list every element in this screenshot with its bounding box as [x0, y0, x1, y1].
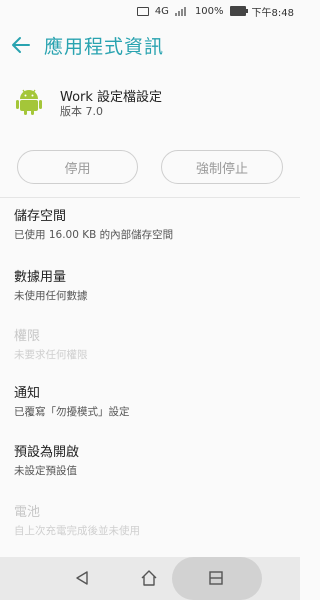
- setting-summary: 已覆寫「勿擾模式」設定: [14, 406, 130, 418]
- page-title: 應用程式資訊: [44, 35, 165, 58]
- nav-back-icon[interactable]: [74, 570, 90, 586]
- nav-recents-icon[interactable]: [208, 570, 224, 586]
- setting-title: 儲存空間: [14, 209, 67, 224]
- setting-summary: 未設定預設值: [14, 465, 77, 477]
- battery-icon: [229, 6, 248, 16]
- divider: [0, 197, 300, 198]
- clock: 下午8:48: [251, 7, 294, 19]
- setting-permissions: 權限 未要求任何權限: [14, 329, 294, 362]
- setting-title: 數據用量: [14, 270, 67, 285]
- android-icon: [14, 86, 44, 116]
- nav-home-icon[interactable]: [140, 569, 158, 587]
- app-version: 版本 7.0: [60, 105, 103, 118]
- arrow-left-icon[interactable]: [10, 34, 32, 56]
- setting-open-by-default[interactable]: 預設為開啟 未設定預設值: [14, 445, 294, 478]
- battery-fill: [230, 7, 245, 15]
- setting-title: 權限: [14, 329, 41, 344]
- setting-summary: 自上次充電完成後並未使用: [14, 525, 140, 537]
- signal-icon: [174, 6, 189, 16]
- setting-summary: 未使用任何數據: [14, 290, 88, 302]
- setting-title: 通知: [14, 386, 41, 401]
- setting-storage[interactable]: 儲存空間 已使用 16.00 KB 的內部儲存空間: [14, 209, 294, 242]
- setting-summary: 未要求任何權限: [14, 349, 88, 361]
- setting-summary: 已使用 16.00 KB 的內部儲存空間: [14, 229, 174, 241]
- force-stop-button[interactable]: 強制停止: [161, 150, 283, 184]
- disable-button[interactable]: 停用: [17, 150, 138, 184]
- setting-title: 電池: [14, 505, 41, 520]
- setting-data-usage[interactable]: 數據用量 未使用任何數據: [14, 270, 294, 303]
- battery-percent: 100%: [194, 5, 224, 17]
- navigation-bar: [0, 557, 300, 600]
- app-header: Work 設定檔設定 版本 7.0: [0, 78, 300, 124]
- setting-notifications[interactable]: 通知 已覆寫「勿擾模式」設定: [14, 386, 294, 419]
- setting-battery: 電池 自上次充電完成後並未使用: [14, 505, 294, 538]
- cast-icon: [136, 6, 149, 16]
- network-type: 4G: [154, 5, 169, 17]
- setting-title: 預設為開啟: [14, 445, 80, 460]
- app-bar: 應用程式資訊: [0, 22, 300, 68]
- status-bar: 4G 100% 下午8:48: [0, 0, 300, 22]
